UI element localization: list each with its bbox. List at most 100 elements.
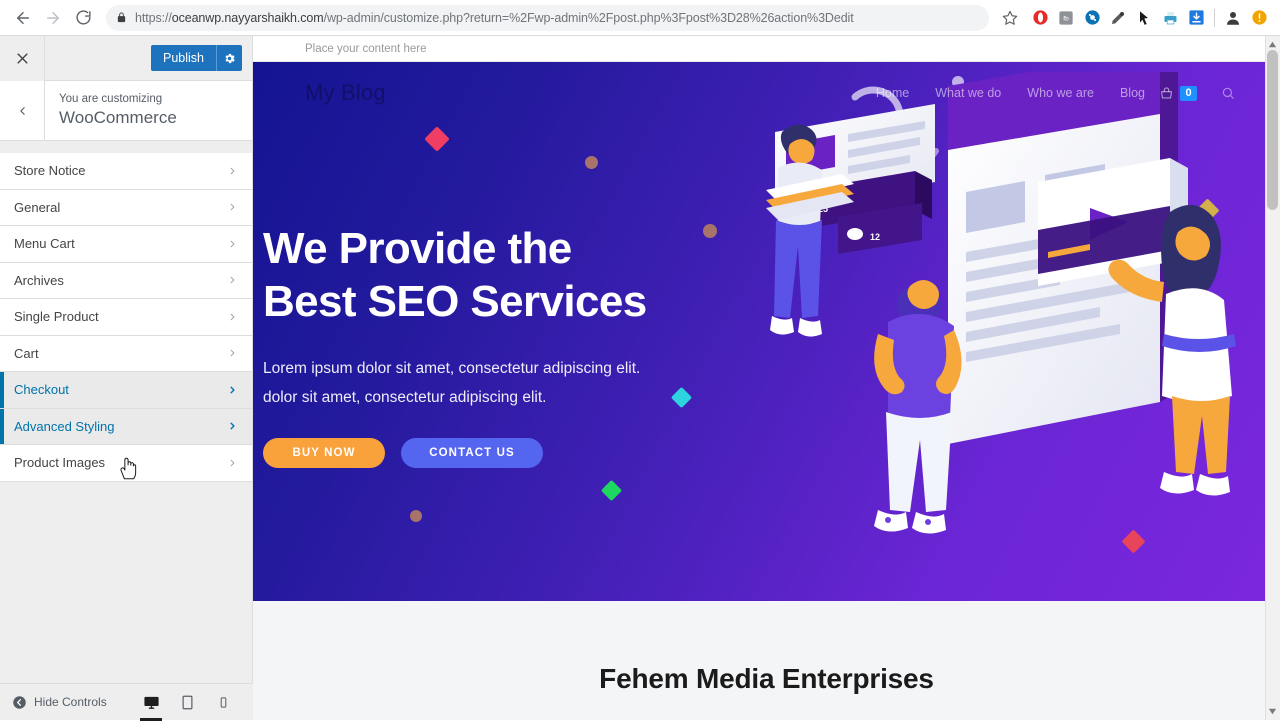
eyedropper-extension-icon[interactable] [1105,5,1131,31]
customizer-item-product-images[interactable]: Product Images [0,445,252,482]
cursor-glyph [1140,10,1148,25]
search-button[interactable] [1221,86,1235,100]
cursor-extension-icon[interactable] [1131,5,1157,31]
customizer-item-archives[interactable]: Archives [0,262,252,299]
tablet-preview-button[interactable] [169,684,205,721]
nav-link-who-we-are[interactable]: Who we are [1027,86,1094,100]
customizer-footer: Hide Controls [0,683,253,721]
isometric-seo-team-illustration: 25 12 [760,72,1280,601]
tablet-icon [182,695,192,709]
mobile-icon [220,696,226,708]
hero-title-line2: Best SEO Services [263,277,647,326]
collapse-glyph [13,695,26,709]
contact-us-button[interactable]: CONTACT US [401,438,543,468]
blue-gear-extension-icon[interactable] [1079,5,1105,31]
customizer-item-label: Single Product [14,309,99,325]
site-preview-frame: Place your content here 12 My Blog Home … [253,36,1280,720]
blue-gear-glyph [1084,10,1100,25]
url-text: https://oceanwp.nayyarshaikh.com/wp-admi… [135,10,854,25]
chevron-right-icon [227,310,238,324]
avatar[interactable] [1220,5,1246,31]
cart-count-badge: 0 [1180,85,1197,101]
site-logo[interactable]: My Blog [305,80,386,106]
buy-now-button[interactable]: BUY NOW [263,438,385,468]
hide-controls-label: Hide Controls [34,695,107,709]
print-extension-icon[interactable] [1157,5,1183,31]
chevron-left-icon [19,106,25,115]
chevron-right-icon [227,383,238,397]
mobile-preview-button[interactable] [205,684,241,721]
address-bar[interactable]: https://oceanwp.nayyarshaikh.com/wp-admi… [106,4,989,31]
comment-count: 12 [870,232,880,242]
customizer-item-single-product[interactable]: Single Product [0,299,252,336]
toolbar-divider [1214,8,1215,27]
hide-controls-button[interactable]: Hide Controls [0,695,107,710]
customizer-item-advanced-styling[interactable]: Advanced Styling [0,408,252,445]
customizer-item-label: Checkout [14,382,69,398]
chevron-right-icon [227,237,238,251]
preview-scrollbar-thumb[interactable] [1267,50,1278,210]
opera-extension-icon[interactable] [1027,5,1053,31]
customizer-back-button[interactable] [0,81,45,140]
back-button[interactable] [8,3,38,33]
about-title: Fehem Media Enterprises [599,663,934,694]
hero-title-line1: We Provide the [263,224,572,273]
customizer-item-label: General [14,199,61,215]
roboform-glyph: fb [1059,10,1073,25]
close-customizer-button[interactable] [0,35,45,81]
back-arrow-icon [17,11,29,24]
chevron-right-icon [227,164,238,178]
lock-glyph [117,12,126,23]
search-icon [1222,87,1234,99]
pink-diamond [424,126,450,152]
customizer-item-general[interactable]: General [0,189,252,226]
customizer-item-label: Store Notice [14,163,86,179]
chevron-right-icon [227,273,238,287]
desktop-preview-button[interactable] [133,684,169,721]
publish-group: Publish [151,45,242,71]
reload-button[interactable] [68,3,98,33]
content-placeholder-bar: Place your content here [253,36,1280,62]
customizer-item-label: Cart [14,345,39,361]
customizer-item-menu-cart[interactable]: Menu Cart [0,226,252,263]
device-preview-group [133,684,253,721]
gear-icon [225,53,235,63]
chevron-right-icon [227,346,238,360]
cart-widget[interactable]: 0 [1159,85,1197,101]
publish-settings-button[interactable] [216,45,242,71]
lock-icon [116,11,127,24]
customizer-item-label: Archives [14,272,64,288]
browser-menu-button[interactable] [1246,5,1272,31]
collapse-arrow-icon [12,695,27,710]
site-nav-menu: Home What we do Who we are Blog [876,86,1145,100]
scroll-down-arrow-icon[interactable] [1268,707,1277,716]
customizer-item-checkout[interactable]: Checkout [0,372,252,409]
scroll-up-arrow-icon[interactable] [1268,40,1277,49]
roboform-extension-icon[interactable]: fb [1053,5,1079,31]
customizer-item-cart[interactable]: Cart [0,335,252,372]
hero-subtitle: Lorem ipsum dolor sit amet, consectetur … [263,354,733,412]
chevron-right-icon [227,419,238,433]
user-avatar-icon [1227,11,1239,25]
reload-icon [75,10,91,25]
download-glyph [1188,10,1204,25]
page-title: WooCommerce [59,108,177,127]
opera-glyph [1032,10,1048,25]
nav-link-home[interactable]: Home [876,86,909,100]
close-x-icon [16,52,28,64]
hero-buttons: BUY NOW CONTACT US [263,438,733,468]
hero-title: We Provide the Best SEO Services [263,222,733,328]
hero-subtitle-line2: dolor sit amet, consectetur adipiscing e… [263,389,547,406]
nav-link-what-we-do[interactable]: What we do [935,86,1001,100]
bookmark-button[interactable] [995,3,1025,33]
illustration-svg: 25 12 [766,72,1236,534]
eyedropper-glyph [1112,11,1124,24]
publish-button[interactable]: Publish [151,45,216,71]
download-extension-icon[interactable] [1183,5,1209,31]
customizer-item-store-notice[interactable]: Store Notice [0,153,252,190]
customizer-item-label: Menu Cart [14,236,75,252]
customizer-spacer [0,141,252,153]
nav-link-blog[interactable]: Blog [1120,86,1145,100]
chevron-right-icon [227,456,238,470]
forward-button[interactable] [38,3,68,33]
